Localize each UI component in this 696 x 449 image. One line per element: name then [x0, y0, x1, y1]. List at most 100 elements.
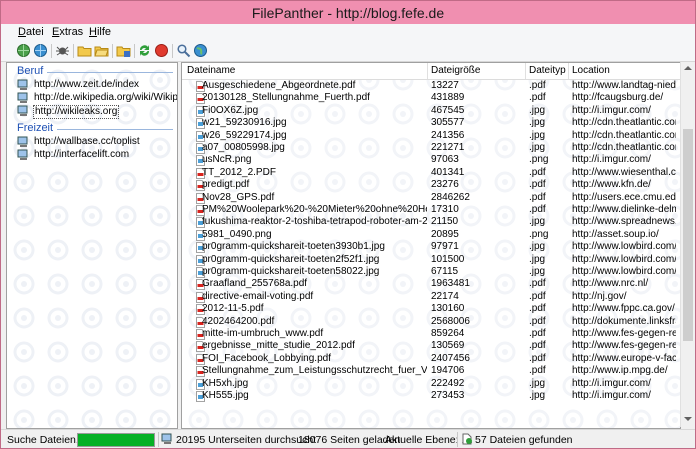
url-tree-panel[interactable]: Beruf http://www.zeit.de/index http://de… [6, 62, 178, 429]
scroll-up-icon[interactable] [684, 66, 692, 70]
table-row[interactable]: TT_2012_2.PDF 401341 .pdf http://www.wiesen… [182, 167, 680, 179]
cell-filename: ergebnisse_mitte_studie_2012.pdf [202, 340, 355, 352]
cell-filetype: .jpg [529, 390, 546, 401]
menu-extras[interactable]: Extras [52, 26, 83, 38]
table-row[interactable]: pr0gramm-quickshareit-toeten3930b1.jpg 97… [182, 241, 680, 254]
cell-filesize: 21150 [431, 216, 459, 228]
cell-filesize: 401341 [431, 166, 465, 178]
column-separator[interactable] [525, 63, 526, 79]
table-row[interactable]: 20130128_Stellungnahme_Fuerth.pdf 431889.… [182, 92, 680, 105]
cell-filetype: .jpg [529, 377, 546, 389]
table-row[interactable]: Fi0OX6Z.jpg 467545 .jpg http://i.imgur.com/ [182, 105, 680, 117]
scroll-down-icon[interactable] [684, 417, 692, 421]
cell-filetype: .jpg [529, 241, 546, 253]
table-row[interactable]: w21_59230916.jpg 305577 .jpg http://cdn.the… [182, 117, 680, 130]
table-row[interactable]: Nov28_GPS.pdf 2846262 .pdf http://users.ece… [182, 192, 680, 204]
toolbar-separator [73, 44, 74, 58]
table-row[interactable]: 4202464200.pdf 2568006 .pdf http://dokument… [182, 316, 680, 328]
spider-icon[interactable] [55, 43, 70, 58]
cell-filesize: 222492 [431, 377, 465, 389]
table-row[interactable]: Graafland_255768a.pdf 1963481 .pdf http://w… [182, 278, 680, 291]
status-separator [457, 432, 458, 447]
cell-filename: pr0gramm-quickshareit-toeten3930b1.jpg [202, 241, 385, 253]
menu-hilfe[interactable]: Hilfe [89, 26, 111, 38]
globe-add-icon[interactable] [16, 43, 31, 58]
cell-filesize: 2407456 [431, 352, 470, 364]
cell-location: http://www.fppc.ca.gov/ [572, 303, 675, 315]
cell-location: http://www.fes-gegen-rec... [572, 328, 676, 339]
table-row[interactable]: KH5xh.jpg 222492 .jpg http://i.imgur.com/ [182, 378, 680, 390]
column-separator[interactable] [427, 63, 428, 79]
cell-filename: Stellungnahme_zum_Leistungsschutzrecht_f… [202, 365, 427, 377]
cell-filesize: 1963481 [431, 278, 470, 290]
cell-location: http://dokumente.linksfrak... [572, 315, 676, 327]
cell-filesize: 194706 [431, 365, 465, 377]
cell-filesize: 467545 [431, 104, 465, 116]
table-row[interactable]: 5981_0490.png 20895 .png http://asset.soup.… [182, 229, 680, 241]
cell-filetype: .pdf [529, 278, 546, 290]
vertical-scrollbar[interactable] [680, 62, 695, 427]
cell-filesize: 130569 [431, 340, 465, 352]
tree-item-url[interactable]: http://wallbase.cc/toplist [17, 136, 141, 149]
cell-filename: Fi0OX6Z.jpg [202, 104, 259, 116]
menu-datei[interactable]: Datei [18, 26, 44, 38]
web-icon[interactable] [193, 43, 208, 58]
table-row[interactable]: Ausgeschiedene_Abgeordnete.pdf 13227 .pdf h… [182, 80, 680, 92]
cell-filetype: .jpg [529, 142, 546, 153]
group-divider [47, 72, 173, 73]
column-header-type[interactable]: Dateityp [529, 65, 566, 76]
refresh-icon[interactable] [137, 43, 152, 58]
table-row[interactable]: pr0gramm-quickshareit-toeten58022.jpg 671… [182, 266, 680, 278]
table-row[interactable]: Stellungnahme_zum_Leistungsschutzrecht_f… [182, 365, 680, 378]
table-row[interactable]: w26_59229174.jpg 241356 .jpg http://cdn.the… [182, 130, 680, 142]
cell-filesize: 859264 [431, 328, 465, 339]
table-row[interactable]: mitte-im-umbruch_www.pdf 859264 .pdf http:/… [182, 328, 680, 340]
cell-location: http://i.imgur.com/ [572, 104, 651, 116]
table-row[interactable]: directive-email-voting.pdf 22174 .pdf http:… [182, 291, 680, 303]
cell-location: http://www.lowbird.com/ [572, 253, 676, 265]
cell-filetype: .jpg [529, 266, 546, 277]
cell-filename: a07_00805998.jpg [202, 142, 285, 153]
computer-icon [17, 92, 28, 103]
folder-save-icon[interactable] [116, 43, 131, 58]
cell-location: http://www.spreadnews.de/ [572, 216, 676, 228]
status-separator [158, 432, 159, 447]
table-row[interactable]: usNcR.png 97063 .png http://i.imgur.com/ [182, 154, 680, 167]
table-row[interactable]: ergebnisse_mitte_studie_2012.pdf 130569 .p… [182, 340, 680, 353]
title-bar[interactable]: FilePanther - http://blog.fefe.de [1, 1, 695, 24]
folder-add-icon[interactable] [77, 43, 92, 58]
cell-filename: mitte-im-umbruch_www.pdf [202, 328, 324, 339]
table-row[interactable]: 2012-11-5.pdf 130160 .pdf http://www.fppc.c… [182, 303, 680, 316]
folder-open-icon[interactable] [94, 43, 109, 58]
cell-filename: Nov28_GPS.pdf [202, 191, 275, 203]
cell-filename: KH5xh.jpg [202, 377, 249, 389]
tree-item-url[interactable]: http://www.zeit.de/index [17, 79, 140, 92]
cell-filetype: .jpg [529, 129, 546, 141]
table-row[interactable]: pr0gramm-quickshareit-toeten2f52f1.jpg 10… [182, 254, 680, 266]
table-row[interactable]: PM%20Woolepark%20-%20Mieter%20ohne%20Hei… [182, 204, 680, 216]
globe-remove-icon[interactable] [33, 43, 48, 58]
tree-item-url-selected[interactable]: http://wikileaks.org [17, 105, 120, 119]
table-row[interactable]: KH555.jpg 273453 .jpg http://i.imgur.com/ [182, 390, 680, 402]
table-row[interactable]: fukushima-reaktor-2-toshiba-tetrapod-rob… [182, 216, 680, 229]
cell-filesize: 23276 [431, 179, 459, 191]
tree-item-url[interactable]: http://de.wikipedia.org/wiki/Wikipedia: [17, 92, 177, 105]
tree-item-url[interactable]: http://interfacelift.com [17, 149, 130, 162]
file-list-panel[interactable]: Dateiname Dateigröße Dateityp Location A… [181, 62, 681, 429]
stop-icon[interactable] [154, 43, 169, 58]
cell-filesize: 2568006 [431, 315, 470, 327]
scroll-thumb[interactable] [683, 129, 693, 341]
cell-filetype: .png [529, 228, 549, 240]
search-icon[interactable] [176, 43, 191, 58]
column-header-size[interactable]: Dateigröße [431, 65, 480, 76]
column-separator[interactable] [568, 63, 569, 79]
cell-filename: w26_59229174.jpg [202, 129, 287, 141]
cell-filename: KH555.jpg [202, 390, 249, 401]
cell-filename: 20130128_Stellungnahme_Fuerth.pdf [202, 92, 370, 104]
column-header-name[interactable]: Dateiname [187, 65, 235, 76]
group-label-freizeit: Freizeit [17, 122, 54, 134]
column-header-location[interactable]: Location [572, 65, 610, 76]
table-row[interactable]: FOI_Facebook_Lobbying.pdf 2407456 .pdf http… [182, 353, 680, 365]
table-row[interactable]: a07_00805998.jpg 221271 .jpg http://cdn.the… [182, 142, 680, 154]
table-row[interactable]: predigt.pdf 23276 .pdf http://www.kfn.de/ [182, 179, 680, 192]
